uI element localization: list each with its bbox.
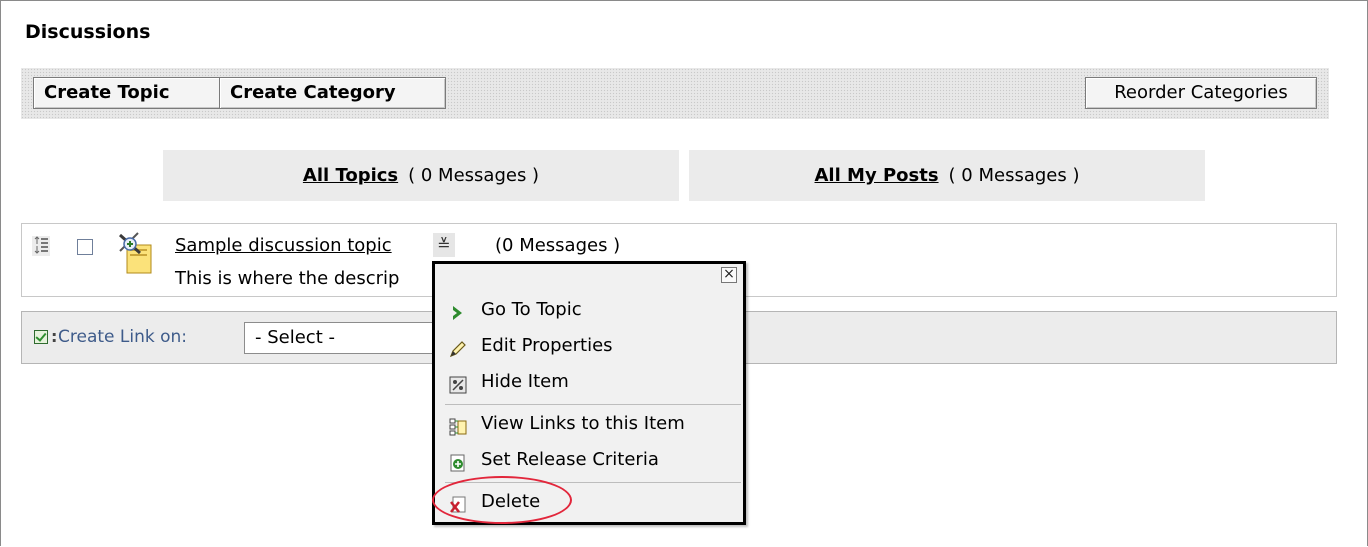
reorder-handle-icon[interactable]: [32, 236, 50, 256]
pencil-icon: [449, 337, 467, 358]
menu-item-edit-properties[interactable]: Edit Properties: [449, 330, 739, 362]
all-topics-count: ( 0 Messages ): [408, 165, 540, 186]
all-my-posts-count: ( 0 Messages ): [948, 165, 1080, 186]
all-my-posts-link[interactable]: All My Posts: [815, 165, 939, 186]
menu-separator: [445, 404, 741, 405]
all-topics-link[interactable]: All Topics: [303, 165, 398, 186]
links-icon: [449, 415, 467, 436]
go-arrow-icon: [449, 301, 467, 320]
link-colon: :: [51, 327, 58, 346]
topic-description: This is where the descrip: [175, 268, 400, 289]
create-topic-button[interactable]: Create Topic: [33, 77, 228, 109]
menu-item-hide-item[interactable]: Hide Item: [449, 366, 739, 398]
menu-item-label: View Links to this Item: [481, 413, 685, 434]
create-link-select[interactable]: - Select -: [244, 322, 444, 354]
menu-item-set-release-criteria[interactable]: Set Release Criteria: [449, 444, 739, 476]
menu-item-label: Go To Topic: [481, 299, 582, 320]
menu-item-label: Set Release Criteria: [481, 449, 659, 470]
create-category-button[interactable]: Create Category: [219, 77, 446, 109]
delete-highlight-ring: [432, 476, 572, 524]
release-criteria-icon: [449, 451, 467, 472]
menu-item-view-links[interactable]: View Links to this Item: [449, 408, 739, 440]
all-my-posts-summary: All My Posts ( 0 Messages ): [689, 150, 1205, 201]
link-checkmark-icon: [34, 330, 48, 344]
page-title: Discussions: [25, 21, 151, 43]
create-link-label: Create Link on:: [58, 327, 188, 347]
context-menu-trigger-icon[interactable]: ≚: [433, 233, 455, 257]
topic-message-count: (0 Messages ): [495, 235, 621, 256]
reorder-categories-button[interactable]: Reorder Categories: [1085, 77, 1317, 109]
context-menu-header: ×: [435, 264, 743, 290]
menu-item-go-to-topic[interactable]: Go To Topic: [449, 294, 739, 326]
topic-checkbox[interactable]: [77, 239, 93, 255]
close-icon[interactable]: ×: [721, 267, 737, 283]
discussion-topic-icon: [114, 231, 156, 275]
page-frame: Discussions Create Topic Create Category…: [0, 0, 1368, 546]
all-topics-summary: All Topics ( 0 Messages ): [163, 150, 679, 201]
hide-icon: [449, 373, 467, 394]
menu-item-label: Hide Item: [481, 371, 569, 392]
topic-title-link[interactable]: Sample discussion topic: [175, 235, 392, 256]
toolbar: Create Topic Create Category Reorder Cat…: [21, 68, 1329, 119]
menu-item-label: Edit Properties: [481, 335, 613, 356]
